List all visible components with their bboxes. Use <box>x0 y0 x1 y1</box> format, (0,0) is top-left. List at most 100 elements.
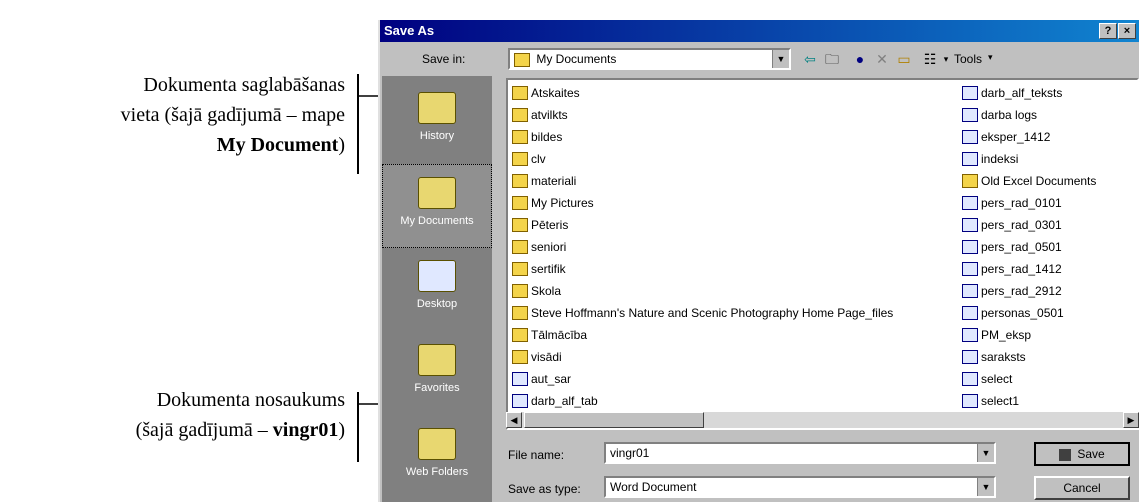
folder-icon <box>512 306 528 320</box>
save-in-value: My Documents <box>536 52 617 66</box>
document-icon <box>962 196 978 210</box>
file-item[interactable]: eksper_1412 <box>962 126 1096 148</box>
file-item[interactable]: My Pictures <box>512 192 893 214</box>
file-name: saraksts <box>981 350 1026 364</box>
file-name: pers_rad_0301 <box>981 218 1062 232</box>
file-item[interactable]: Skola <box>512 280 893 302</box>
file-item[interactable]: Atskaites <box>512 82 893 104</box>
place-history[interactable]: History <box>382 80 492 164</box>
file-name: visādi <box>531 350 562 364</box>
folder-icon <box>512 130 528 144</box>
file-item[interactable]: saraksts <box>962 346 1096 368</box>
place-label: History <box>419 130 455 142</box>
file-name: eksper_1412 <box>981 130 1051 144</box>
file-item[interactable]: sertifik <box>512 258 893 280</box>
search-web-icon[interactable]: ● <box>850 49 870 69</box>
save-button[interactable]: Save <box>1034 442 1130 466</box>
file-item[interactable]: seniori <box>512 236 893 258</box>
file-item[interactable]: indeksi <box>962 148 1096 170</box>
file-name: select <box>981 372 1013 386</box>
file-name: clv <box>531 152 546 166</box>
file-item[interactable]: pers_rad_0101 <box>962 192 1096 214</box>
delete-icon[interactable]: ✕ <box>872 49 892 69</box>
file-item[interactable]: pers_rad_0501 <box>962 236 1096 258</box>
chevron-down-icon[interactable]: ▼ <box>977 444 994 462</box>
cancel-button[interactable]: Cancel <box>1034 476 1130 500</box>
folder-icon <box>512 108 528 122</box>
file-item[interactable]: darb_alf_tab <box>512 390 893 412</box>
file-name: Steve Hoffmann's Nature and Scenic Photo… <box>531 306 894 320</box>
chevron-down-icon[interactable]: ▼ <box>977 478 994 496</box>
file-item[interactable]: bildes <box>512 126 893 148</box>
views-dropdown-icon[interactable]: ▾ <box>936 49 956 69</box>
file-item[interactable]: clv <box>512 148 893 170</box>
file-item[interactable]: Old Excel Documents <box>962 170 1096 192</box>
place-favorites[interactable]: Favorites <box>382 332 492 416</box>
favorites-icon <box>418 344 456 376</box>
document-icon <box>962 328 978 342</box>
file-item[interactable]: Pēteris <box>512 214 893 236</box>
file-item[interactable]: darb_alf_teksts <box>962 82 1096 104</box>
document-icon <box>962 152 978 166</box>
file-name: pers_rad_0501 <box>981 240 1062 254</box>
back-icon[interactable]: ⇦ <box>800 49 820 69</box>
scroll-thumb[interactable] <box>524 412 704 428</box>
my-documents-icon <box>418 177 456 209</box>
file-item[interactable]: personas_0501 <box>962 302 1096 324</box>
scroll-right-icon[interactable]: ▶ <box>1123 412 1139 428</box>
tools-menu[interactable]: Tools <box>954 52 982 66</box>
file-name-label: File name: <box>508 448 565 462</box>
folder-icon <box>512 196 528 210</box>
save-type-label: Save as type: <box>508 482 581 496</box>
file-name: Skola <box>531 284 562 298</box>
horizontal-scrollbar[interactable]: ◀ ▶ <box>506 412 1139 428</box>
new-folder-icon[interactable]: ▭ <box>894 49 914 69</box>
document-icon <box>962 86 978 100</box>
help-button[interactable]: ? <box>1099 23 1117 39</box>
file-item[interactable]: atvilkts <box>512 104 893 126</box>
file-item[interactable]: materiali <box>512 170 893 192</box>
file-list: Atskaites atvilkts bildes clv materiali My Pi… <box>506 78 1139 430</box>
place-my-documents[interactable]: My Documents <box>382 164 492 248</box>
save-type-dropdown[interactable]: Word Document ▼ <box>604 476 996 498</box>
place-desktop[interactable]: Desktop <box>382 248 492 332</box>
folder-icon <box>512 284 528 298</box>
file-item[interactable]: Tālmācība <box>512 324 893 346</box>
save-in-label: Save in: <box>422 52 466 66</box>
document-icon <box>962 108 978 122</box>
close-button[interactable]: × <box>1118 23 1136 39</box>
folder-icon <box>962 174 978 188</box>
file-name-input[interactable]: vingr01 ▼ <box>604 442 996 464</box>
file-item[interactable]: aut_sar <box>512 368 893 390</box>
file-name: pers_rad_0101 <box>981 196 1062 210</box>
place-label: Favorites <box>414 382 460 394</box>
file-item[interactable]: PM_eksp <box>962 324 1096 346</box>
file-name: pers_rad_1412 <box>981 262 1062 276</box>
file-item[interactable]: visādi <box>512 346 893 368</box>
file-name: PM_eksp <box>981 328 1032 342</box>
file-name: darb_alf_tab <box>531 394 598 408</box>
file-item[interactable]: select1 <box>962 390 1096 412</box>
file-item[interactable]: pers_rad_0301 <box>962 214 1096 236</box>
file-name: Old Excel Documents <box>981 174 1097 188</box>
folder-icon <box>512 152 528 166</box>
file-name: select1 <box>981 394 1020 408</box>
file-item[interactable]: select <box>962 368 1096 390</box>
file-name: bildes <box>531 130 563 144</box>
file-item[interactable]: pers_rad_2912 <box>962 280 1096 302</box>
annotation-bracket <box>357 392 359 462</box>
file-item[interactable]: pers_rad_1412 <box>962 258 1096 280</box>
file-item[interactable]: darba logs <box>962 104 1096 126</box>
file-item[interactable]: Steve Hoffmann's Nature and Scenic Photo… <box>512 302 893 324</box>
scroll-left-icon[interactable]: ◀ <box>506 412 522 428</box>
places-bar: History My Documents Desktop Favorites W… <box>382 76 492 502</box>
save-in-dropdown[interactable]: My Documents ▼ <box>508 48 791 70</box>
save-icon <box>1059 448 1072 461</box>
place-web-folders[interactable]: Web Folders <box>382 416 492 500</box>
document-icon <box>962 240 978 254</box>
document-icon <box>512 394 528 408</box>
place-label: Web Folders <box>405 466 469 478</box>
file-column-right: darb_alf_teksts darba logs eksper_1412inde… <box>962 82 1096 412</box>
up-folder-icon[interactable]: 🗀 <box>822 49 842 69</box>
document-icon <box>962 394 978 408</box>
